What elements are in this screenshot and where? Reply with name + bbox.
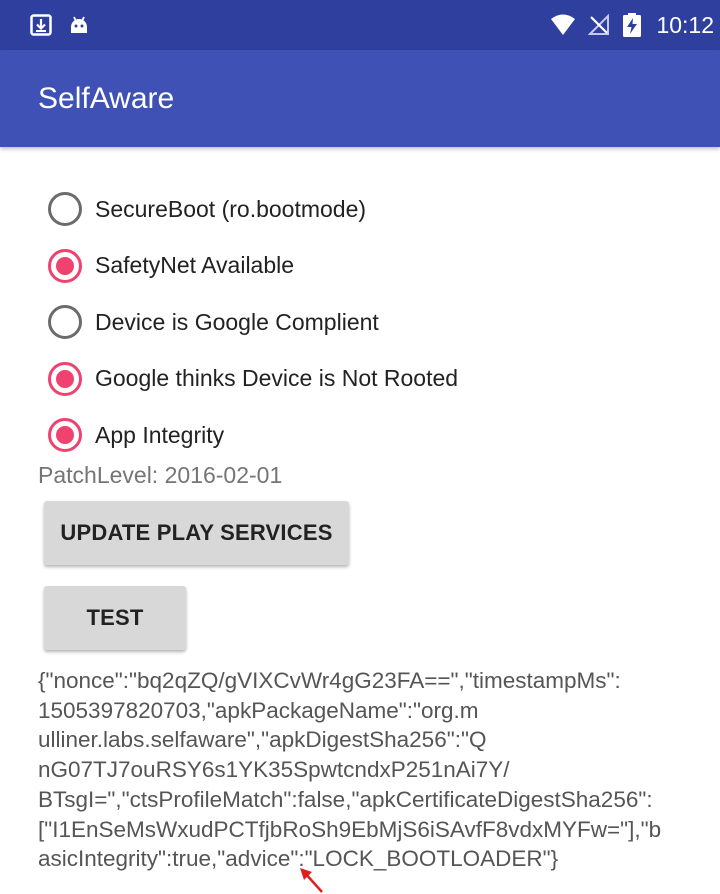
- check-label: SecureBoot (ro.bootmode): [95, 195, 367, 222]
- check-label: SafetyNet Available: [95, 252, 295, 279]
- battery-charging-icon: [623, 13, 642, 37]
- wifi-icon: [551, 14, 576, 35]
- radio-button-checked[interactable]: [48, 418, 82, 453]
- android-icon: [71, 16, 87, 33]
- radio-button[interactable]: [48, 192, 82, 227]
- annotation-arrow-icon: [300, 868, 323, 893]
- check-not-rooted[interactable]: Google thinks Device is Not Rooted: [48, 351, 458, 408]
- check-safetynet-available[interactable]: SafetyNet Available: [48, 238, 458, 295]
- test-button[interactable]: TEST: [44, 586, 186, 650]
- check-google-compliant[interactable]: Device is Google Complient: [48, 294, 458, 351]
- status-icons: 10:12: [550, 0, 714, 50]
- no-sim-icon: [588, 14, 610, 35]
- download-icon: [30, 14, 52, 36]
- app-bar: SelfAware: [0, 50, 720, 147]
- check-label: Device is Google Complient: [95, 308, 379, 335]
- update-play-services-button[interactable]: UPDATE PLAY SERVICES: [44, 501, 349, 565]
- app-title: SelfAware: [38, 82, 175, 115]
- check-secureboot[interactable]: SecureBoot (ro.bootmode): [48, 181, 458, 238]
- patch-level: PatchLevel: 2016-02-01: [38, 462, 283, 488]
- radio-button-checked[interactable]: [48, 361, 82, 396]
- status-time: 10:12: [656, 11, 714, 38]
- check-app-integrity[interactable]: App Integrity: [48, 407, 458, 464]
- radio-button[interactable]: [48, 305, 82, 340]
- radio-button-checked[interactable]: [48, 248, 82, 283]
- check-label: Google thinks Device is Not Rooted: [95, 365, 459, 392]
- check-list: SecureBoot (ro.bootmode) SafetyNet Avail…: [48, 181, 458, 464]
- status-bar: 10:12: [0, 0, 720, 50]
- safetynet-result-text: {"nonce":"bq2qZQ/gVIXCvWr4gG23FA==","tim…: [38, 668, 662, 872]
- check-label: App Integrity: [95, 421, 225, 448]
